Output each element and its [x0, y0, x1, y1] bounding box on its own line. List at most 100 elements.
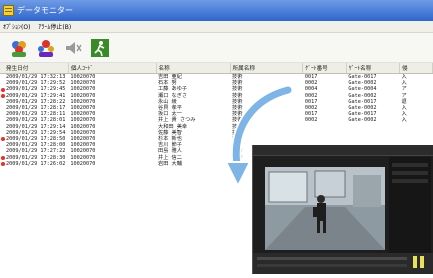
cell-gate-number: 0017: [303, 74, 347, 81]
mute-button[interactable]: [62, 37, 84, 59]
cell-gate-name-text: Gate-0002: [348, 117, 377, 124]
cell-status-text: 入: [401, 117, 407, 124]
cell-date-text: 2009/01/29 17:29:41: [6, 92, 66, 99]
menu-bar: ｵﾌﾟｼｮﾝ(O) ｱﾗｰﾑ停止(B): [0, 21, 433, 33]
cell-person-code-text: 10020070: [70, 154, 96, 161]
title-bar[interactable]: データモニター: [0, 0, 433, 21]
cell-gate-number-text: 0017: [304, 74, 318, 80]
cell-gate-name-text: Gate-0017: [348, 111, 377, 118]
cell-person-code: 10020070: [68, 161, 156, 167]
group-users-icon: [12, 40, 26, 57]
cell-person-code: 10020070: [68, 74, 156, 81]
cell-person-code-text: 10020070: [70, 148, 96, 155]
cell-name-text: 瀬口 なぎさ: [158, 92, 188, 99]
running-person-icon: [91, 38, 109, 57]
menu-options[interactable]: ｵﾌﾟｼｮﾝ(O): [3, 22, 30, 31]
alert-dot-icon: [1, 162, 5, 166]
column-name[interactable]: 名称: [156, 63, 231, 74]
cell-date-text: 2009/01/29 17:28:17: [6, 105, 66, 112]
cell-person-code-text: 10020070: [70, 98, 96, 105]
cell-gate-name-text: Gate-0002: [348, 80, 377, 87]
cell-gate-name-text: Gate-0017: [348, 98, 377, 105]
column-gate-number[interactable]: ｹﾞｰﾄ番号: [302, 63, 347, 74]
cell-status-text: 入: [401, 111, 407, 118]
cell-date: 2009/01/29 17:32:13: [0, 74, 68, 81]
cell-date: 2009/01/29 17:26:02: [0, 161, 68, 167]
speaker-mute-icon: [66, 41, 82, 54]
cell-gate-number-text: 0017: [304, 111, 318, 118]
alert-dot-icon: [1, 155, 5, 160]
cell-person-code-text: 10020070: [70, 123, 96, 130]
cell-date-text: 2009/01/29 17:29:54: [6, 129, 66, 136]
cell-status-text: ア: [401, 86, 407, 93]
alert-dot-icon: [1, 93, 5, 98]
cell-gate-name-text: Gate-0017: [348, 74, 377, 80]
cell-name-text: 佐藤 美智: [158, 129, 182, 136]
window-title: データモニター: [17, 6, 73, 15]
camera-feed-image[interactable]: [265, 167, 385, 250]
cell-person-code-text: 10020070: [70, 160, 96, 167]
cell-date-text: 2009/01/29 17:29:52: [6, 80, 66, 87]
cell-date-text: 2009/01/29 17:28:22: [6, 98, 66, 105]
cell-gate-name: Gate-0017: [346, 74, 399, 81]
cell-gate-number-text: 0004: [304, 86, 318, 93]
cell-person-code-text: 10020070: [70, 142, 96, 149]
table-header: 発生日付 個人ｺｰﾄﾞ 名称 所属名称 ｹﾞｰﾄ番号 ｹﾞｰﾄ名称 侵: [0, 63, 433, 74]
cell-name-text: 岩田 大輔: [158, 160, 182, 167]
camera-side-panel: [389, 157, 431, 253]
cell-name-text: 大和田 美幸: [158, 123, 188, 130]
column-person-code[interactable]: 個人ｺｰﾄﾞ: [68, 63, 157, 74]
menu-alarm-stop[interactable]: ｱﾗｰﾑ停止(B): [38, 22, 71, 31]
table-row[interactable]: 2009/01/29 17:32:13 10020070 吉田 亜紀 技術 0017 Ga…: [0, 74, 433, 81]
cell-person-code-text: 10020070: [70, 74, 96, 80]
cell-date-text: 2009/01/29 17:28:11: [6, 111, 66, 118]
cell-date-text: 2009/01/29 17:28:30: [6, 154, 66, 161]
column-department[interactable]: 所属名称: [230, 63, 304, 74]
cell-person-code-text: 10020070: [70, 129, 96, 136]
cell-person-code-text: 10020070: [70, 86, 96, 93]
column-status[interactable]: 侵: [399, 63, 433, 74]
cell-date-text: 2009/01/29 17:29:14: [6, 123, 66, 130]
alert-dot-icon: [1, 87, 5, 92]
cell-gate-name-text: Gate-0002: [348, 92, 377, 99]
toolbar: [0, 33, 433, 63]
alert-dot-icon: [1, 137, 5, 142]
camera-viewer-title-bar[interactable]: [253, 145, 433, 156]
playback-timeline[interactable]: [253, 253, 433, 274]
cell-name-text: 永山 綾: [158, 98, 177, 105]
cell-person-code-text: 10020070: [70, 136, 96, 143]
cell-person-code-text: 10020070: [70, 80, 96, 87]
group-users-button[interactable]: [8, 37, 30, 59]
cell-name-text: 井上 貴 さつみ: [158, 117, 196, 124]
cell-status-text: 退: [401, 98, 407, 105]
cell-date-text: 2009/01/29 17:27:22: [6, 148, 66, 155]
cell-date-text: 2009/01/29 17:28:00: [6, 142, 66, 149]
cell-gate-number-text: 0002: [304, 117, 318, 124]
app-icon: [3, 5, 14, 16]
cell-status: 入: [399, 74, 432, 81]
cell-name-text: 井上 信二: [158, 154, 182, 161]
column-date[interactable]: 発生日付: [0, 63, 69, 74]
cell-date-text: 2009/01/29 17:32:13: [6, 74, 66, 80]
cell-person-code-text: 10020070: [70, 111, 96, 118]
cell-person-code-text: 10020070: [70, 105, 96, 112]
cell-gate-number-text: 0002: [304, 92, 318, 99]
cell-status-text: 入: [401, 105, 407, 112]
cell-gate-number-text: 0002: [304, 80, 318, 87]
alert-users-icon: [38, 39, 54, 57]
exit-button[interactable]: [89, 37, 111, 59]
camera-viewer-window: [252, 145, 433, 274]
cell-date-text: 2009/01/29 17:28:50: [6, 136, 66, 143]
cell-person-code-text: 10020070: [70, 117, 96, 124]
cell-status-text: 入: [401, 74, 407, 80]
cell-gate-number-text: 0017: [304, 98, 318, 105]
cell-date-text: 2009/01/29 17:26:02: [6, 160, 66, 167]
cell-date-text: 2009/01/29 17:28:01: [6, 117, 66, 124]
cell-status-text: ア: [401, 92, 407, 99]
cell-gate-name-text: Gate-0002: [348, 105, 377, 112]
cell-gate-name-text: Gate-0004: [348, 86, 377, 93]
cell-date-text: 2009/01/29 17:29:45: [6, 86, 66, 93]
column-gate-name[interactable]: ｹﾞｰﾄ名称: [346, 63, 400, 74]
cell-gate-number-text: 0002: [304, 105, 318, 112]
alert-users-button[interactable]: [35, 37, 57, 59]
